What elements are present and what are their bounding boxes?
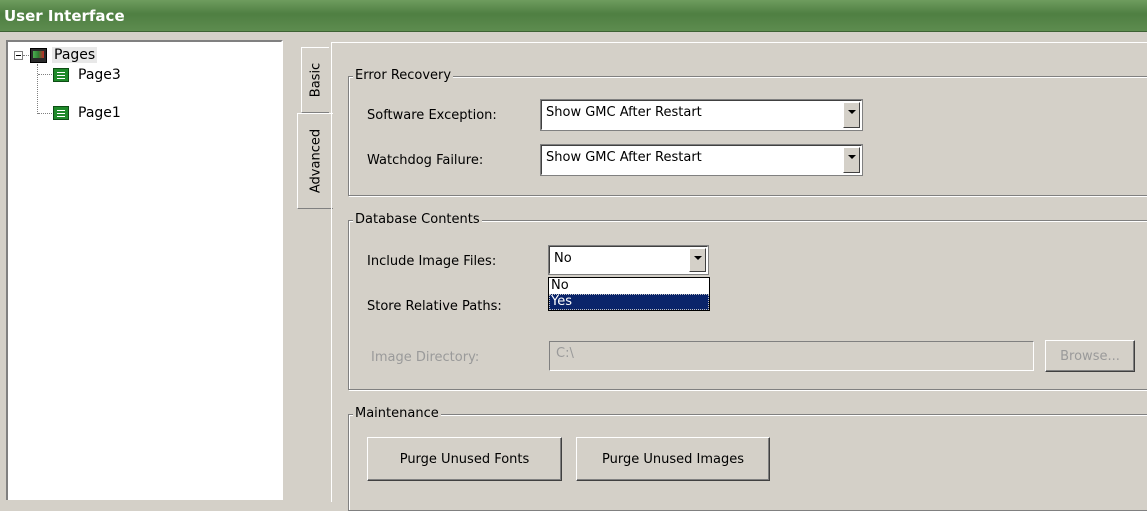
tree-item-page3[interactable]: Page3 — [53, 65, 123, 85]
group-title: Error Recovery — [353, 68, 454, 83]
tab-advanced[interactable]: Advanced — [297, 113, 333, 209]
image-directory-label: Image Directory: — [371, 350, 480, 365]
group-title: Database Contents — [353, 212, 482, 227]
window-title: User Interface — [4, 7, 125, 25]
tree-item-page1[interactable]: Page1 — [53, 103, 123, 123]
tab-basic[interactable]: Basic — [301, 47, 329, 113]
store-relative-paths-label: Store Relative Paths: — [367, 299, 502, 314]
field-value: C:\ — [556, 346, 574, 361]
include-image-files-label: Include Image Files: — [367, 254, 497, 269]
collapse-toggle-icon[interactable] — [14, 51, 23, 60]
chevron-down-icon[interactable] — [843, 147, 860, 173]
title-bar: User Interface — [0, 0, 1147, 32]
include-image-files-select[interactable]: No — [548, 245, 709, 275]
include-image-files-options[interactable]: No Yes — [548, 277, 710, 311]
group-title: Maintenance — [353, 406, 441, 421]
select-value: No — [554, 251, 572, 266]
purge-unused-images-button[interactable]: Purge Unused Images — [576, 437, 770, 481]
tree-item-label: Pages — [52, 47, 98, 63]
tree-item-label: Page3 — [78, 67, 121, 83]
page-icon — [53, 68, 69, 82]
watchdog-failure-select[interactable]: Show GMC After Restart — [540, 144, 863, 176]
select-value: Show GMC After Restart — [546, 105, 702, 120]
page-icon — [53, 106, 69, 120]
tab-advanced-label: Advanced — [308, 128, 323, 194]
select-value: Show GMC After Restart — [546, 150, 702, 165]
pages-tree[interactable]: Pages Page3 Page1 — [6, 40, 283, 500]
image-directory-field[interactable]: C:\ — [549, 341, 1034, 371]
purge-unused-fonts-button[interactable]: Purge Unused Fonts — [367, 437, 562, 481]
chevron-down-icon[interactable] — [689, 248, 706, 272]
tree-item-label: Page1 — [78, 105, 121, 121]
software-exception-label: Software Exception: — [367, 108, 497, 123]
chevron-down-icon[interactable] — [843, 102, 860, 128]
tab-basic-label: Basic — [308, 62, 323, 98]
option-yes[interactable]: Yes — [549, 294, 709, 310]
advanced-settings-panel: Error Recovery Software Exception: Show … — [331, 42, 1147, 511]
error-recovery-group: Error Recovery — [348, 68, 1147, 196]
monitor-icon — [30, 47, 47, 63]
option-no[interactable]: No — [549, 278, 709, 294]
software-exception-select[interactable]: Show GMC After Restart — [540, 99, 863, 131]
browse-button[interactable]: Browse... — [1045, 340, 1135, 372]
watchdog-failure-label: Watchdog Failure: — [367, 153, 484, 168]
tree-item-pages[interactable]: Pages — [30, 45, 98, 65]
